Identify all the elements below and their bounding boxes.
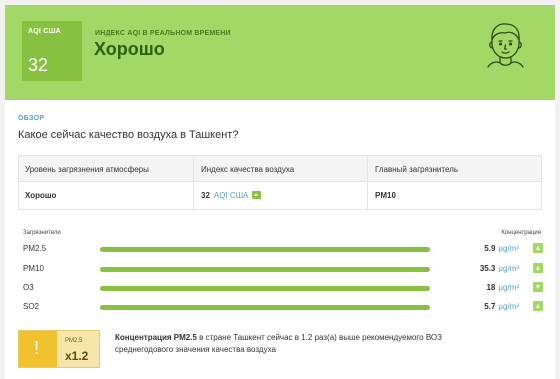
note-bold: Концентрация PM2.5 bbox=[115, 333, 197, 342]
concentration-value: 5.7 bbox=[484, 302, 496, 311]
pollutants-header: Загрязнители bbox=[23, 230, 61, 236]
pollutant-level-fill bbox=[100, 286, 430, 291]
pollutant-row: PM2.5 5.9 µg/m³ bbox=[5, 241, 555, 257]
pollutant-row: PM10 35.3 µg/m³ bbox=[5, 261, 555, 277]
cell-main-pollutant: PM10 bbox=[375, 191, 396, 200]
who-comparison-note: Концентрация PM2.5 в стране Ташкент сейч… bbox=[115, 332, 465, 356]
pollutant-row: O3 18 µg/m³ bbox=[5, 280, 555, 296]
pollutant-concentration: 5.7 µg/m³ bbox=[484, 302, 519, 311]
column-divider bbox=[193, 156, 194, 209]
concentration-unit: µg/m³ bbox=[498, 264, 519, 273]
header-main-pollutant: Главный загрязнитель bbox=[375, 165, 458, 174]
aqi-score-box: AQI США 32 bbox=[22, 21, 82, 81]
pollutant-level-track bbox=[100, 267, 430, 272]
exclamation-icon: ! bbox=[19, 331, 57, 367]
pollutant-concentration: 5.9 µg/m³ bbox=[484, 244, 519, 253]
realtime-aqi-subtitle: ИНДЕКС AQI В РЕАЛЬНОМ ВРЕМЕНИ bbox=[95, 30, 231, 37]
pollutant-name: PM2.5 bbox=[23, 244, 47, 253]
trend-down-icon bbox=[533, 282, 543, 292]
pollutant-name: SO2 bbox=[23, 302, 40, 311]
concentration-unit: µg/m³ bbox=[498, 244, 519, 253]
aqi-status-text: Хорошо bbox=[94, 39, 165, 59]
column-divider bbox=[367, 156, 368, 209]
overview-question: Какое сейчас качество воздуха в Ташкент? bbox=[18, 129, 239, 141]
cell-aqi-value: 32 bbox=[201, 191, 210, 200]
aqi-unit-label: AQI США bbox=[28, 28, 61, 35]
concentration-value: 35.3 bbox=[479, 264, 496, 273]
concentration-unit: µg/m³ bbox=[498, 302, 519, 311]
concentration-value: 5.9 bbox=[484, 244, 496, 253]
pollutant-level-fill bbox=[100, 305, 430, 310]
badge-pollutant: PM2.5 bbox=[65, 338, 83, 344]
concentration-value: 18 bbox=[486, 283, 496, 292]
badge-multiplier: x1.2 bbox=[65, 349, 89, 363]
pollutant-level-track bbox=[100, 286, 430, 291]
face-icon bbox=[487, 23, 524, 68]
air-quality-card: AQI США 32 ИНДЕКС AQI В РЕАЛЬНОМ ВРЕМЕНИ… bbox=[5, 5, 555, 379]
concentration-header: Концентрация bbox=[501, 230, 541, 236]
cell-pollution-level: Хорошо bbox=[25, 191, 57, 200]
pollutant-level-fill bbox=[100, 247, 430, 252]
trend-up-icon bbox=[533, 301, 543, 311]
pollutant-level-fill bbox=[100, 267, 430, 272]
header-aqi: Индекс качества воздуха bbox=[201, 165, 295, 174]
pollutant-level-track bbox=[100, 247, 430, 252]
pollutant-name: PM10 bbox=[23, 264, 44, 273]
header-pollution-level: Уровень загрязнения атмосферы bbox=[25, 165, 149, 174]
pollutant-concentration: 18 µg/m³ bbox=[486, 283, 519, 292]
cell-aqi: 32 AQI США bbox=[201, 190, 262, 200]
trend-up-icon bbox=[533, 243, 543, 253]
pollutant-row: SO2 5.7 µg/m³ bbox=[5, 299, 555, 315]
who-comparison-badge: ! PM2.5 x1.2 bbox=[18, 330, 100, 368]
trend-up-icon bbox=[533, 263, 543, 273]
pollutant-name: O3 bbox=[23, 283, 34, 292]
overview-label: ОБЗОР bbox=[18, 115, 45, 122]
pollutant-level-track bbox=[100, 305, 430, 310]
aqi-hero-banner: AQI США 32 ИНДЕКС AQI В РЕАЛЬНОМ ВРЕМЕНИ… bbox=[5, 5, 555, 100]
trend-up-icon bbox=[252, 190, 262, 199]
concentration-unit: µg/m³ bbox=[498, 283, 519, 292]
aqi-score-value: 32 bbox=[28, 55, 49, 75]
cell-aqi-unit-link[interactable]: AQI США bbox=[214, 191, 248, 200]
pollutant-concentration: 35.3 µg/m³ bbox=[480, 264, 519, 273]
summary-table: Уровень загрязнения атмосферы Индекс кач… bbox=[18, 155, 542, 210]
